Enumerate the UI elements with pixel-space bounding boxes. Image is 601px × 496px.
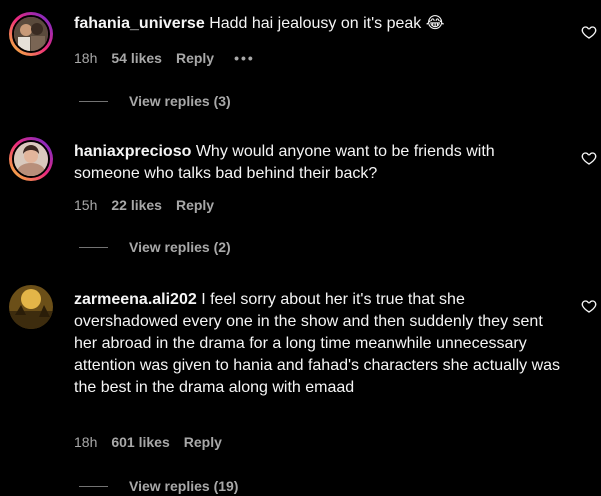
username[interactable]: haniaxprecioso	[74, 143, 191, 160]
view-replies-label: View replies (3)	[129, 93, 231, 109]
reply-button[interactable]: Reply	[176, 49, 214, 67]
profile-photo-icon	[14, 142, 48, 176]
comment-time: 18h	[74, 50, 98, 66]
likes-count[interactable]: 601 likes	[111, 433, 169, 451]
reply-button[interactable]: Reply	[184, 433, 222, 451]
view-replies-button[interactable]: View replies (2)	[79, 239, 231, 255]
comment-meta: 18h 601 likes Reply	[74, 433, 236, 451]
likes-count[interactable]: 54 likes	[111, 49, 162, 67]
comment-time: 15h	[74, 197, 98, 213]
profile-photo-icon	[9, 285, 53, 329]
more-options-icon[interactable]: •••	[234, 49, 255, 67]
heart-icon[interactable]	[581, 24, 597, 40]
comment-text: Hadd hai jealousy on it's peak 😂	[209, 15, 445, 32]
comment-time: 18h	[74, 434, 98, 450]
likes-count[interactable]: 22 likes	[111, 196, 162, 214]
replies-divider	[79, 100, 108, 102]
view-replies-button[interactable]: View replies (3)	[79, 93, 231, 109]
avatar[interactable]	[9, 12, 53, 56]
avatar[interactable]	[9, 137, 53, 181]
view-replies-label: View replies (2)	[129, 239, 231, 255]
replies-divider	[79, 485, 108, 487]
replies-divider	[79, 246, 108, 248]
username[interactable]: zarmeena.ali202	[74, 291, 197, 308]
heart-icon[interactable]	[581, 150, 597, 166]
comment-meta: 15h 22 likes Reply	[74, 196, 228, 214]
username[interactable]: fahania_universe	[74, 15, 205, 32]
view-replies-button[interactable]: View replies (19)	[79, 478, 238, 494]
avatar[interactable]	[9, 285, 53, 329]
heart-icon[interactable]	[581, 298, 597, 314]
reply-button[interactable]: Reply	[176, 196, 214, 214]
view-replies-label: View replies (19)	[129, 478, 239, 494]
comment-meta: 18h 54 likes Reply •••	[74, 49, 269, 67]
profile-photo-icon	[14, 17, 48, 51]
